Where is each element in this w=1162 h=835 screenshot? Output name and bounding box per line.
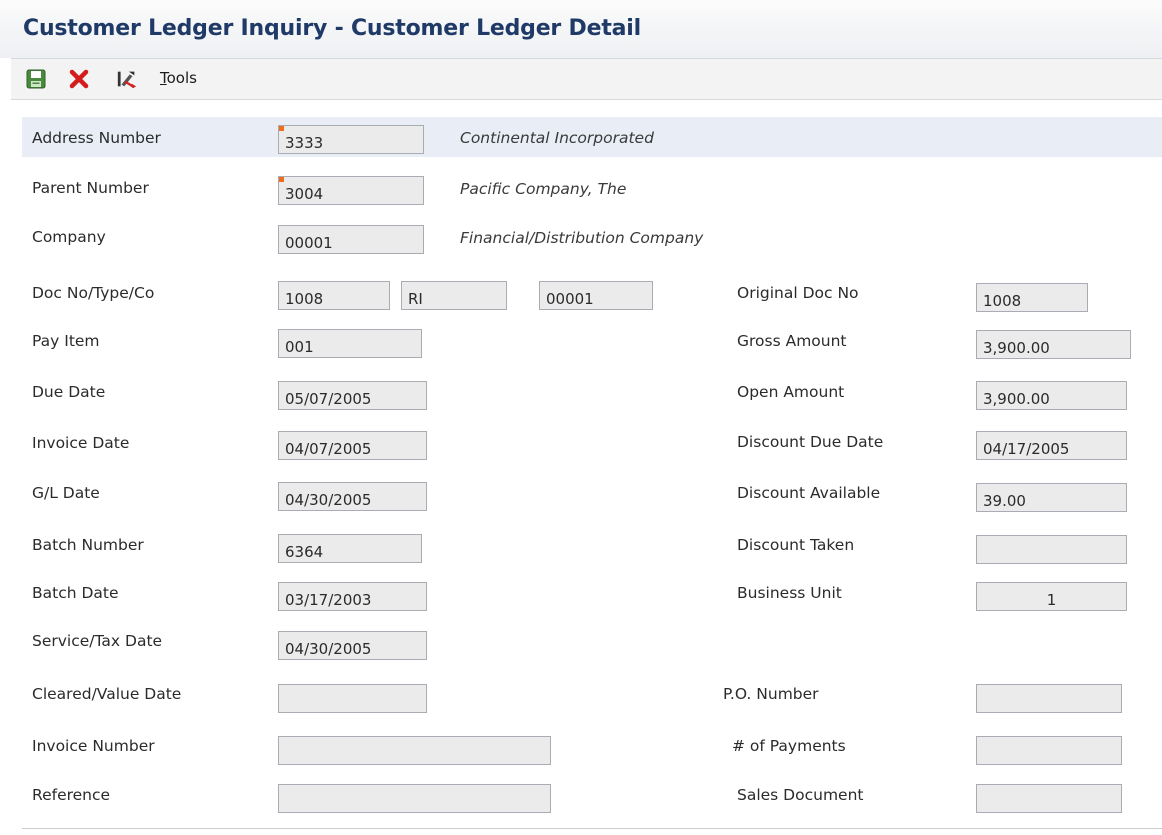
pay-item-label: Pay Item xyxy=(32,332,100,350)
open-amount-field[interactable]: 3,900.00 xyxy=(976,381,1127,410)
business-unit-field[interactable]: 1 xyxy=(976,582,1127,611)
tools-label: ools xyxy=(166,69,197,87)
doc-company-field[interactable]: 00001 xyxy=(539,281,653,310)
num-payments-label: # of Payments xyxy=(732,737,846,755)
ledger-detail-form: Address Number 3333 Continental Incorpor… xyxy=(22,117,1162,835)
doc-no-field[interactable]: 1008 xyxy=(278,281,390,310)
parent-number-field[interactable]: 3004 xyxy=(278,176,424,205)
tools-menu[interactable]: Tools xyxy=(160,69,197,87)
discount-available-label: Discount Available xyxy=(737,484,881,502)
pay-item-field[interactable]: 001 xyxy=(278,329,422,358)
address-number-value: 3333 xyxy=(285,134,324,152)
sales-document-label: Sales Document xyxy=(737,786,864,804)
address-number-description: Continental Incorporated xyxy=(460,129,654,147)
company-field[interactable]: 00001 xyxy=(278,225,424,254)
parent-number-value: 3004 xyxy=(285,185,324,203)
company-label: Company xyxy=(32,228,106,246)
num-payments-field[interactable] xyxy=(976,736,1122,765)
company-description: Financial/Distribution Company xyxy=(460,229,704,247)
toolbar: Tools xyxy=(11,58,1162,100)
doc-type-field[interactable]: RI xyxy=(401,281,507,310)
save-disk-icon[interactable] xyxy=(25,68,47,90)
invoice-date-label: Invoice Date xyxy=(32,434,130,452)
reference-field[interactable] xyxy=(278,784,551,813)
batch-number-label: Batch Number xyxy=(32,536,144,554)
invoice-date-field[interactable]: 04/07/2005 xyxy=(278,431,427,460)
service-tax-date-field[interactable]: 04/30/2005 xyxy=(278,631,427,660)
invoice-number-label: Invoice Number xyxy=(32,737,155,755)
batch-date-field[interactable]: 03/17/2003 xyxy=(278,582,427,611)
original-doc-no-field[interactable]: 1008 xyxy=(976,283,1088,312)
address-number-label: Address Number xyxy=(32,129,161,147)
cleared-value-date-field[interactable] xyxy=(278,684,427,713)
po-number-field[interactable] xyxy=(976,684,1122,713)
original-doc-no-label: Original Doc No xyxy=(737,284,859,302)
batch-date-label: Batch Date xyxy=(32,584,119,602)
page-title: Customer Ledger Inquiry - Customer Ledge… xyxy=(23,16,641,41)
discount-taken-field[interactable] xyxy=(976,535,1127,564)
parent-number-label: Parent Number xyxy=(32,179,149,197)
discount-taken-label: Discount Taken xyxy=(737,536,855,554)
invoice-number-field[interactable] xyxy=(278,736,551,765)
tools-icon[interactable] xyxy=(116,68,138,90)
gl-date-label: G/L Date xyxy=(32,484,100,502)
discount-due-date-label: Discount Due Date xyxy=(737,433,884,451)
batch-number-field[interactable]: 6364 xyxy=(278,534,422,563)
red-x-icon[interactable] xyxy=(68,68,90,90)
cleared-value-date-label: Cleared/Value Date xyxy=(32,685,182,703)
required-marker xyxy=(279,126,284,131)
open-amount-label: Open Amount xyxy=(737,383,845,401)
bottom-divider xyxy=(22,828,1162,829)
gl-date-field[interactable]: 04/30/2005 xyxy=(278,482,427,511)
po-number-label: P.O. Number xyxy=(723,685,819,703)
gross-amount-label: Gross Amount xyxy=(737,332,847,350)
discount-available-field[interactable]: 39.00 xyxy=(976,483,1127,512)
title-bar: Customer Ledger Inquiry - Customer Ledge… xyxy=(0,0,1162,58)
required-marker xyxy=(279,177,284,182)
tools-accelerator: T xyxy=(160,69,167,87)
business-unit-label: Business Unit xyxy=(737,584,842,602)
sales-document-field[interactable] xyxy=(976,784,1122,813)
reference-label: Reference xyxy=(32,786,111,804)
address-number-field[interactable]: 3333 xyxy=(278,125,424,154)
gross-amount-field[interactable]: 3,900.00 xyxy=(976,330,1131,359)
discount-due-date-field[interactable]: 04/17/2005 xyxy=(976,431,1127,460)
due-date-field[interactable]: 05/07/2005 xyxy=(278,381,427,410)
service-tax-date-label: Service/Tax Date xyxy=(32,632,163,650)
doc-no-type-co-label: Doc No/Type/Co xyxy=(32,284,155,302)
due-date-label: Due Date xyxy=(32,383,106,401)
parent-number-description: Pacific Company, The xyxy=(460,180,627,198)
